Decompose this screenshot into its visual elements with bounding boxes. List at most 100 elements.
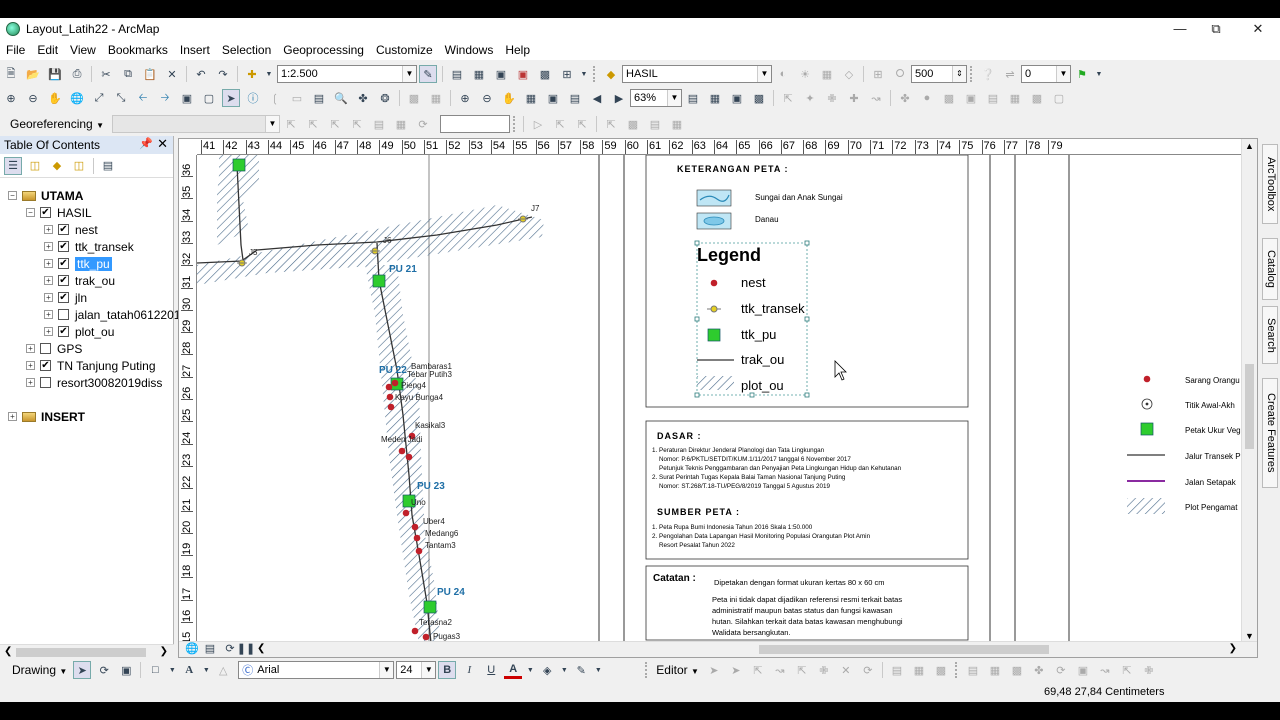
brightness-icon[interactable]: ☀ — [796, 65, 814, 83]
swipe-icon[interactable]: ▦ — [818, 65, 836, 83]
menu-view[interactable]: View — [64, 40, 102, 60]
draw-icon-12[interactable]: ▩ — [1028, 89, 1046, 107]
toolbar-grip[interactable] — [970, 66, 974, 82]
measure-icon[interactable]: ⇌ — [1001, 65, 1019, 83]
layout-tool-icon[interactable]: ▩ — [405, 89, 423, 107]
html-popup-icon[interactable]: ▭ — [288, 89, 306, 107]
delete-icon[interactable]: ✕ — [163, 65, 181, 83]
route-icon[interactable]: ✤ — [354, 89, 372, 107]
expand-icon[interactable]: + — [44, 293, 53, 302]
draw-icon-6[interactable]: ✤ — [896, 89, 914, 107]
text-dropdown-icon[interactable]: ▼ — [202, 661, 210, 679]
pause-icon[interactable]: ❚❚ — [237, 641, 255, 655]
refresh-icon[interactable]: ⟳ — [223, 641, 237, 655]
georef-tool-7-icon[interactable]: ▷ — [529, 115, 547, 133]
georef-tool-5-icon[interactable]: ▤ — [370, 115, 388, 133]
rectangle-icon[interactable]: □ — [146, 661, 164, 679]
select-features-icon[interactable]: ▣ — [178, 89, 196, 107]
draw-icon-10[interactable]: ▤ — [984, 89, 1002, 107]
layer-select[interactable]: HASIL ▼ — [622, 65, 772, 83]
edit-icon-16[interactable]: ⟳ — [1052, 661, 1070, 679]
vertical-scrollbar[interactable]: ▲ ▼ — [1241, 139, 1257, 643]
model-dropdown-icon[interactable]: ▼ — [580, 65, 588, 83]
toolbar-grip[interactable] — [593, 66, 597, 82]
edit-icon-5[interactable]: ⇱ — [793, 661, 811, 679]
flicker-icon[interactable]: ◇ — [840, 65, 858, 83]
drawing-menu[interactable]: Drawing ▼ — [8, 663, 71, 677]
georef-tool-12-icon[interactable]: ▤ — [646, 115, 664, 133]
georeferencing-menu[interactable]: Georeferencing ▼ — [6, 117, 108, 131]
fixed-zoom-out-icon[interactable]: ⤡ — [112, 89, 130, 107]
layout-tool-2-icon[interactable]: ▦ — [427, 89, 445, 107]
draw-icon-13[interactable]: ▢ — [1050, 89, 1068, 107]
edit-icon-6[interactable]: ✙ — [815, 661, 833, 679]
editor-menu[interactable]: Editor ▼ — [652, 663, 703, 677]
georef-rotate-icon[interactable]: ⟳ — [414, 115, 432, 133]
identify-icon[interactable]: ❔ — [979, 65, 997, 83]
edit-annotation-icon[interactable]: ➤ — [727, 661, 745, 679]
marker-size-input[interactable]: 500 ⇕ — [911, 65, 967, 83]
expand-icon[interactable]: + — [8, 412, 17, 421]
toc-item-tn-tanjung-puting[interactable]: + ✔ TN Tanjung Puting — [26, 357, 156, 374]
marker-size-icon[interactable]: ⭘ — [891, 65, 909, 83]
layout-zoom-out-icon[interactable]: ⊖ — [478, 89, 496, 107]
expand-icon[interactable]: + — [44, 276, 53, 285]
toc-item-jln[interactable]: + ✔ jln — [44, 289, 87, 306]
georef-layer-select[interactable]: ▼ — [111, 115, 280, 133]
time-slider-icon[interactable]: ❂ — [376, 89, 394, 107]
rotate-element-icon[interactable]: ⟳ — [95, 661, 113, 679]
tab-arctoolbox[interactable]: ArcToolbox — [1262, 144, 1278, 224]
hyperlink-icon[interactable]: ❲ — [266, 89, 284, 107]
edit-icon-8[interactable]: ⟳ — [859, 661, 877, 679]
list-by-visibility-icon[interactable]: ◆ — [48, 157, 66, 175]
prev-extent-layout-icon[interactable]: ◀ — [588, 89, 606, 107]
font-size-select[interactable]: 24 ▼ — [396, 661, 437, 679]
scroll-down-icon[interactable]: ▼ — [1245, 631, 1254, 641]
toc-item-hasil[interactable]: − ✔ HASIL — [26, 204, 92, 221]
underline-icon[interactable]: U — [482, 661, 500, 679]
data-driven-pages-icon[interactable]: ▩ — [750, 89, 768, 107]
close-button[interactable]: ✕ — [1238, 18, 1278, 40]
draw-icon-1[interactable]: ⇱ — [779, 89, 797, 107]
new-document-icon[interactable]: 🗎 — [2, 65, 20, 83]
layout-zoom-select[interactable]: 63% ▼ — [630, 89, 682, 107]
pan-icon[interactable]: ✋ — [46, 89, 64, 107]
angle-select[interactable]: 0 ▼ — [1021, 65, 1071, 83]
layer-visibility-checkbox[interactable]: ✔ — [40, 360, 51, 371]
expand-icon[interactable]: + — [44, 225, 53, 234]
georef-tool-13-icon[interactable]: ▦ — [668, 115, 686, 133]
edit-icon-14[interactable]: ▩ — [1008, 661, 1026, 679]
layer-visibility-checkbox[interactable]: ✔ — [40, 207, 51, 218]
zoom-in-icon[interactable]: ⊕ — [2, 89, 20, 107]
collapse-icon[interactable]: − — [8, 191, 17, 200]
edit-vertices-icon[interactable]: △ — [214, 661, 232, 679]
scroll-left-icon[interactable]: ❮ — [257, 643, 265, 654]
georef-tool-10-icon[interactable]: ⇱ — [602, 115, 620, 133]
print-icon[interactable]: ⎙ — [68, 65, 86, 83]
catalog-window-icon[interactable]: ▦ — [470, 65, 488, 83]
toc-item-jalan-tatah0612201[interactable]: + jalan_tatah0612201 — [44, 306, 180, 323]
font-color-dropdown-icon[interactable]: ▼ — [526, 661, 534, 679]
tab-catalog[interactable]: Catalog — [1262, 238, 1278, 300]
draw-icon-2[interactable]: ✦ — [801, 89, 819, 107]
fixed-zoom-layout-icon[interactable]: ▤ — [566, 89, 584, 107]
edit-icon-15[interactable]: ✤ — [1030, 661, 1048, 679]
identify-tool-icon[interactable]: ⓘ — [244, 89, 262, 107]
toc-item-ttk-transek[interactable]: + ✔ ttk_transek — [44, 238, 134, 255]
expand-icon[interactable]: + — [44, 259, 53, 268]
layer-visibility-checkbox[interactable]: ✔ — [58, 275, 69, 286]
tab-search[interactable]: Search — [1262, 306, 1278, 364]
menu-insert[interactable]: Insert — [174, 40, 216, 60]
paste-icon[interactable]: 📋 — [141, 65, 159, 83]
menu-help[interactable]: Help — [499, 40, 536, 60]
arctoolbox-icon[interactable]: ▣ — [514, 65, 532, 83]
restore-button[interactable]: ⧉ — [1196, 18, 1236, 40]
menu-edit[interactable]: Edit — [31, 40, 64, 60]
georef-value-input[interactable] — [439, 115, 510, 133]
find-icon[interactable]: 🔍 — [332, 89, 350, 107]
tab-create-features[interactable]: Create Features — [1262, 378, 1278, 488]
options-icon[interactable]: ▤ — [99, 157, 117, 175]
measure-tool-icon[interactable]: ▤ — [310, 89, 328, 107]
line-color-dropdown-icon[interactable]: ▼ — [594, 661, 602, 679]
toc-item-utama[interactable]: − UTAMA — [8, 187, 83, 204]
